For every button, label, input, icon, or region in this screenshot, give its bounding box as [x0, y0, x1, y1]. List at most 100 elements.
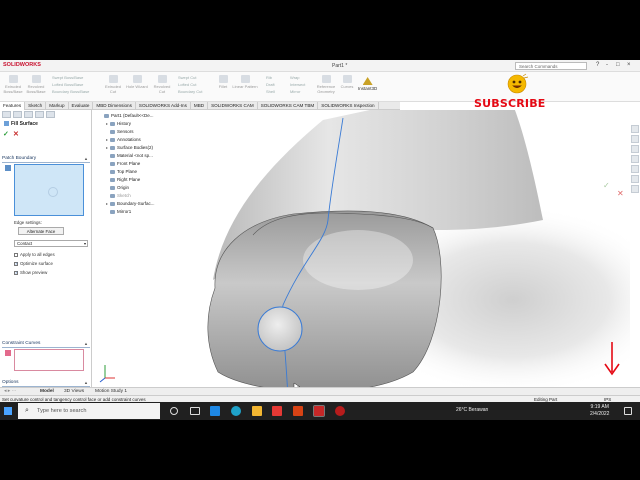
help-icon[interactable]: ? — [596, 62, 599, 68]
display-manager-tab[interactable] — [46, 111, 55, 118]
cortana-icon[interactable] — [170, 407, 178, 415]
minimize-icon[interactable]: - — [606, 62, 608, 68]
taskbar-search-input[interactable]: ⌕ Type here to search — [18, 403, 160, 419]
search-commands-input[interactable]: Search Commands — [515, 62, 587, 70]
lofted-boss-button[interactable]: Lofted Boss/Base — [52, 82, 83, 87]
tab-evaluate[interactable]: Evaluate — [69, 102, 94, 110]
tree-item-history[interactable]: ▸ History — [106, 121, 131, 126]
weather-widget[interactable]: 26°C Berawan — [456, 407, 488, 413]
confirm-check-icon[interactable]: ✓ — [603, 181, 610, 190]
extruded-boss-button[interactable]: Extruded Boss/Base — [3, 75, 23, 94]
confirm-cancel-icon[interactable]: ✕ — [617, 189, 624, 198]
taskbar-clock[interactable]: 9:19 AM 2/4/2022 — [590, 404, 609, 418]
constraint-curves-header[interactable]: Constraint Curves ▲ — [2, 341, 90, 348]
custom-properties-tab-icon[interactable] — [631, 175, 639, 183]
boundary-cut-button[interactable]: Boundary Cut — [178, 89, 202, 94]
office-icon[interactable] — [293, 406, 303, 416]
contact-select[interactable]: Contact ▾ — [14, 240, 88, 247]
property-manager-tab[interactable] — [13, 111, 22, 118]
extruded-cut-button[interactable]: Extruded Cut — [103, 75, 123, 94]
task-view-icon[interactable] — [190, 407, 200, 415]
design-library-tab-icon[interactable] — [631, 135, 639, 143]
ok-button[interactable]: ✓ — [3, 130, 9, 138]
tree-item-boundary-surface[interactable]: ▸ Boundary-Surfac... — [106, 201, 155, 206]
tree-item-mirror[interactable]: Mirror1 — [110, 209, 131, 214]
tree-item-right-plane[interactable]: Right Plane — [110, 177, 140, 182]
reference-geometry-button[interactable]: Reference Geometry — [316, 75, 336, 94]
tab-motion-study[interactable]: Motion Study 1 — [95, 389, 127, 394]
appearances-tab-icon[interactable] — [631, 165, 639, 173]
tree-item-origin[interactable]: Origin — [110, 185, 129, 190]
circular-boundary[interactable] — [257, 306, 303, 352]
tab-mbd-dimensions[interactable]: MBD Dimensions — [93, 102, 136, 110]
tab-mbd[interactable]: MBD — [191, 102, 209, 110]
tab-nav-arrows[interactable]: ◂ ▸ ⋯ — [4, 389, 16, 394]
intersect-button[interactable]: Intersect — [290, 82, 305, 87]
wrap-button[interactable]: Wrap — [290, 75, 299, 80]
fillet-button[interactable]: Fillet — [216, 75, 230, 89]
tab-inspection[interactable]: SOLIDWORKS Inspection — [318, 102, 379, 110]
tab-features[interactable]: Features — [0, 102, 26, 110]
hole-wizard-button[interactable]: Hole Wizard — [126, 75, 148, 89]
alternate-face-button[interactable]: Alternate Face — [18, 227, 64, 235]
maximize-icon[interactable]: □ — [616, 62, 620, 68]
tree-item-front-plane[interactable]: Front Plane — [110, 161, 140, 166]
boundary-boss-button[interactable]: Boundary Boss/Base — [52, 89, 89, 94]
rib-button[interactable]: Rib — [266, 75, 272, 80]
swept-cut-button[interactable]: Swept Cut — [178, 75, 196, 80]
tab-cam[interactable]: SOLIDWORKS CAM — [208, 102, 258, 110]
constraint-curves-list[interactable] — [14, 349, 84, 371]
curves-button[interactable]: Curves — [339, 75, 355, 89]
windows-start-icon[interactable] — [4, 407, 12, 415]
edge-browser-icon[interactable] — [231, 406, 241, 416]
revolved-boss-button[interactable]: Revolved Boss/Base — [26, 75, 46, 94]
resources-tab-icon[interactable] — [631, 125, 639, 133]
configuration-manager-tab[interactable] — [24, 111, 33, 118]
options-header[interactable]: Options ▲ — [2, 380, 90, 387]
file-explorer-tab-icon[interactable] — [631, 145, 639, 153]
cancel-button[interactable]: ✕ — [13, 130, 19, 138]
instant3d-button[interactable]: Instant3D — [358, 77, 377, 91]
mail-icon[interactable] — [210, 406, 220, 416]
property-manager: Fill Surface ✓ ✕ Patch Boundary ▲ Edge se… — [0, 110, 92, 392]
view-palette-tab-icon[interactable] — [631, 155, 639, 163]
patch-boundary-list[interactable] — [14, 164, 84, 216]
revolved-cut-button[interactable]: Revolved Cut — [152, 75, 172, 94]
tree-root[interactable]: Part1 (Default<<De... — [104, 113, 154, 118]
tab-model[interactable]: Model — [40, 389, 54, 394]
draft-button[interactable]: Draft — [266, 82, 275, 87]
solidworks-logo[interactable]: SOLIDWORKS — [3, 62, 41, 68]
lofted-cut-button[interactable]: Lofted Cut — [178, 82, 196, 87]
shell-button[interactable]: Shell — [266, 89, 275, 94]
notification-icon[interactable] — [624, 407, 632, 415]
feature-manager-tab[interactable] — [2, 111, 11, 118]
tab-cam-tbm[interactable]: SOLIDWORKS CAM TBM — [258, 102, 319, 110]
tree-item-surface-bodies[interactable]: ▸ Surface Bodies(2) — [106, 145, 153, 150]
tree-item-material[interactable]: Material <not sp... — [110, 153, 153, 158]
tab-3d-views[interactable]: 3D Views — [64, 389, 84, 394]
dimxpert-tab[interactable] — [35, 111, 44, 118]
tree-item-sketch[interactable]: Sketch — [110, 193, 131, 198]
forum-tab-icon[interactable] — [631, 185, 639, 193]
instant3d-label: Instant3D — [358, 86, 378, 91]
tree-item-top-plane[interactable]: Top Plane — [110, 169, 137, 174]
apply-all-edges-checkbox[interactable]: Apply to all edges — [14, 252, 55, 257]
autocad-icon[interactable] — [272, 406, 282, 416]
title-bar: SOLIDWORKS Part1 * Search Commands ? - □… — [0, 60, 640, 72]
tab-markup[interactable]: Markup — [46, 102, 69, 110]
close-icon[interactable]: × — [627, 62, 631, 68]
swept-boss-button[interactable]: Swept Boss/Base — [52, 75, 83, 80]
solidworks-taskbar-icon[interactable] — [313, 405, 325, 417]
show-preview-checkbox[interactable]: Show preview — [14, 270, 47, 275]
patch-boundary-header[interactable]: Patch Boundary ▲ — [2, 156, 90, 163]
tab-addins[interactable]: SOLIDWORKS Add-Ins — [136, 102, 191, 110]
file-explorer-icon[interactable] — [252, 406, 262, 416]
mirror-button[interactable]: Mirror — [290, 89, 300, 94]
tree-item-sensors[interactable]: Sensors — [110, 129, 134, 134]
optimize-surface-checkbox[interactable]: Optimize surface — [14, 261, 53, 266]
graphics-viewport[interactable]: ✓ ✕ — [93, 110, 630, 392]
recorder-icon[interactable] — [335, 406, 345, 416]
tree-item-annotations[interactable]: ▸ Annotations — [106, 137, 141, 142]
linear-pattern-button[interactable]: Linear Pattern — [232, 75, 258, 89]
tab-sketch[interactable]: Sketch — [25, 102, 47, 110]
